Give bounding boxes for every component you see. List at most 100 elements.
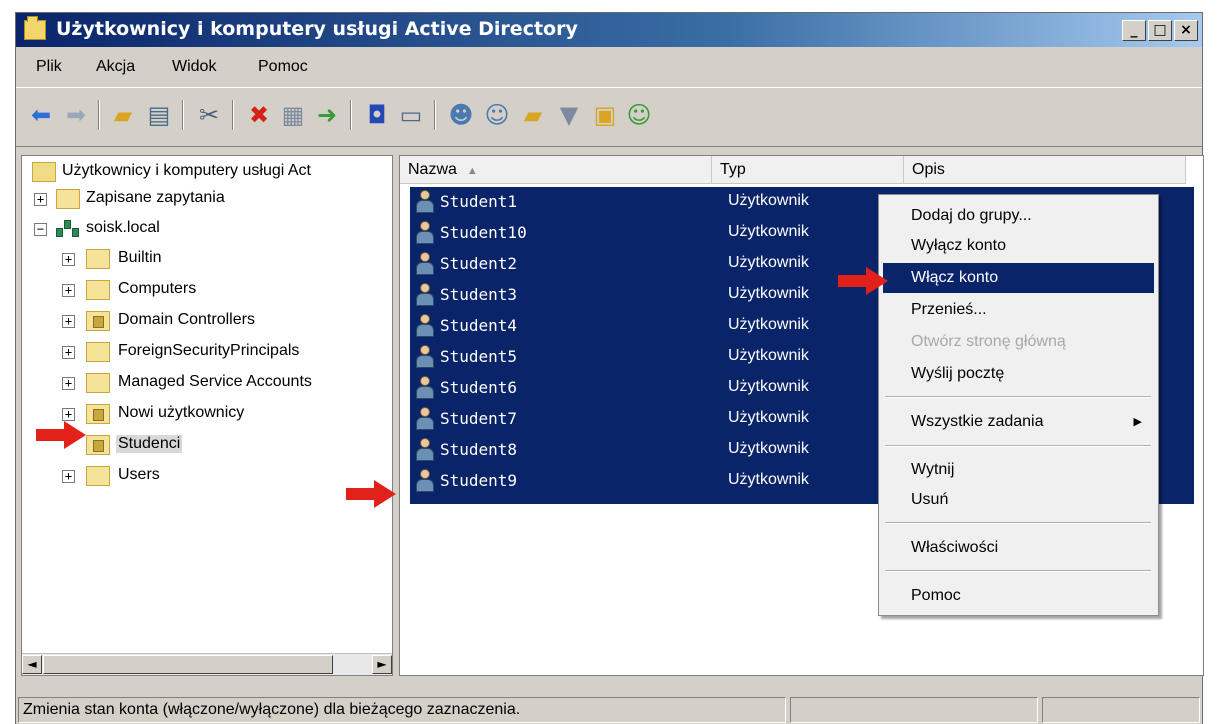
tree-item-nowi-uzytkownicy[interactable]: + Nowi użytkownicy (60, 402, 390, 428)
menu-item-all-tasks[interactable]: Wszystkie zadania ▶ (883, 407, 1154, 437)
tree-item-label: Nowi użytkownicy (118, 404, 245, 421)
tree-item-label: Computers (118, 280, 197, 297)
list-item[interactable]: Student7 Użytkownik (410, 404, 880, 435)
expand-icon[interactable]: + (62, 346, 75, 359)
export-icon[interactable]: ➜ (312, 100, 342, 130)
list-item[interactable]: Student1 Użytkownik (410, 187, 880, 218)
scroll-left-button[interactable]: ◄ (22, 655, 42, 674)
tree-root[interactable]: Użytkownicy i komputery usługi Act (32, 160, 392, 186)
column-header-description[interactable]: Opis (904, 156, 1186, 184)
list-item[interactable]: Student9 Użytkownik (410, 466, 880, 504)
find-icon[interactable]: ▣ (590, 100, 620, 130)
menu-item-send-mail[interactable]: Wyślij pocztę (883, 359, 1154, 389)
minimize-button[interactable]: _ (1122, 20, 1146, 41)
status-panel (1042, 697, 1200, 723)
context-menu: Dodaj do grupy... Wyłącz konto Włącz kon… (878, 194, 1159, 616)
tree-item-managed-service-accounts[interactable]: + Managed Service Accounts (60, 371, 390, 397)
menu-item-properties[interactable]: Właściwości (883, 533, 1154, 563)
list-item[interactable]: Student8 Użytkownik (410, 435, 880, 466)
menu-widok[interactable]: Widok (172, 58, 216, 76)
filter-icon[interactable]: ▼ (554, 100, 584, 130)
column-header-type[interactable]: Typ (712, 156, 904, 184)
list-item[interactable]: Student10 Użytkownik (410, 218, 880, 249)
menu-item-add-to-group[interactable]: Dodaj do grupy... (883, 201, 1154, 231)
annotation-arrow-icon (838, 267, 888, 295)
forward-icon[interactable]: ➡ (61, 100, 91, 130)
menu-item-enable-account[interactable]: Włącz konto (883, 263, 1154, 293)
status-bar: Zmienia stan konta (włączone/wyłączone) … (16, 693, 1202, 724)
new-user-icon[interactable]: ☻ (446, 100, 476, 130)
list-item[interactable]: Student3 Użytkownik (410, 280, 880, 311)
new-group-icon[interactable]: ☺ (482, 100, 512, 130)
help-icon[interactable]: ◘ (362, 100, 392, 130)
tree-item-builtin[interactable]: + Builtin (60, 247, 390, 273)
expand-icon[interactable]: + (62, 408, 75, 421)
user-name: Student8 (440, 440, 518, 459)
menu-akcja[interactable]: Akcja (96, 58, 135, 76)
tree-item-saved-queries[interactable]: + Zapisane zapytania (32, 187, 392, 213)
expand-icon[interactable]: + (34, 193, 47, 206)
user-icon (414, 190, 438, 214)
folder-icon (86, 466, 110, 486)
user-icon (414, 376, 438, 400)
tree-item-studenci[interactable]: Studenci (60, 433, 390, 459)
window-title: Użytkownicy i komputery usługi Active Di… (56, 18, 578, 40)
domain-icon (56, 218, 80, 240)
add-to-group-icon[interactable]: ☺ (624, 100, 654, 130)
menu-separator (885, 570, 1151, 572)
menu-pomoc[interactable]: Pomoc (258, 58, 308, 76)
scroll-right-button[interactable]: ► (372, 655, 392, 674)
expand-icon[interactable]: + (62, 377, 75, 390)
user-icon (414, 469, 438, 493)
ou-folder-icon (86, 404, 110, 424)
toolbar-separator (350, 100, 352, 130)
new-ou-icon[interactable]: ▰ (518, 100, 548, 130)
tree-item-label: Managed Service Accounts (118, 373, 312, 390)
toolbar-separator (434, 100, 436, 130)
title-bar[interactable]: Użytkownicy i komputery usługi Active Di… (16, 13, 1202, 47)
folder-icon (86, 342, 110, 362)
list-item[interactable]: Student4 Użytkownik (410, 311, 880, 342)
column-header-name[interactable]: Nazwa ▲ (400, 156, 712, 184)
up-folder-icon[interactable]: ▰ (108, 100, 138, 130)
properties-icon[interactable]: ▦ (278, 100, 308, 130)
tree-item-label: Domain Controllers (118, 311, 255, 328)
toolbar: ⬅ ➡ ▰ ▤ ✂ ✖ ▦ ➜ ◘ ▭ ☻ ☺ ▰ ▼ ▣ ☺ (16, 87, 1202, 147)
tree-item-foreign-security-principals[interactable]: + ForeignSecurityPrincipals (60, 340, 390, 366)
view-icon[interactable]: ▭ (396, 100, 426, 130)
menu-item-move[interactable]: Przenieś... (883, 295, 1154, 325)
tree-item-domain[interactable]: − soisk.local (32, 217, 392, 243)
back-icon[interactable]: ⬅ (26, 100, 56, 130)
expand-icon[interactable]: + (62, 315, 75, 328)
menu-item-disable-account[interactable]: Wyłącz konto (883, 231, 1154, 261)
close-button[interactable]: × (1174, 20, 1198, 41)
folder-icon (56, 189, 80, 209)
tree-item-domain-controllers[interactable]: + Domain Controllers (60, 309, 390, 335)
list-item[interactable]: Student5 Użytkownik (410, 342, 880, 373)
delete-icon[interactable]: ✖ (244, 100, 274, 130)
user-icon (414, 314, 438, 338)
scrollbar-thumb[interactable] (43, 655, 333, 674)
user-type: Użytkownik (728, 378, 809, 395)
menu-item-help[interactable]: Pomoc (883, 581, 1154, 611)
menu-plik[interactable]: Plik (36, 58, 62, 76)
tree-item-computers[interactable]: + Computers (60, 278, 390, 304)
sort-ascending-icon: ▲ (466, 165, 478, 177)
menu-item-delete[interactable]: Usuń (883, 485, 1154, 515)
horizontal-scrollbar[interactable]: ◄ ► (22, 653, 392, 675)
menu-item-cut[interactable]: Wytnij (883, 455, 1154, 485)
expand-icon[interactable]: + (62, 470, 75, 483)
list-item[interactable]: Student6 Użytkownik (410, 373, 880, 404)
menu-separator (885, 522, 1151, 524)
expand-icon[interactable]: + (62, 284, 75, 297)
console-tree-icon[interactable]: ▤ (144, 100, 174, 130)
maximize-button[interactable]: □ (1148, 20, 1172, 41)
list-item[interactable]: Student2 Użytkownik (410, 249, 880, 280)
cut-icon[interactable]: ✂ (194, 100, 224, 130)
tree-item-label: Users (118, 466, 160, 483)
console-tree[interactable]: Użytkownicy i komputery usługi Act + Zap… (21, 155, 393, 676)
collapse-icon[interactable]: − (34, 223, 47, 236)
folder-icon (86, 373, 110, 393)
tree-item-users[interactable]: + Users (60, 464, 390, 490)
expand-icon[interactable]: + (62, 253, 75, 266)
